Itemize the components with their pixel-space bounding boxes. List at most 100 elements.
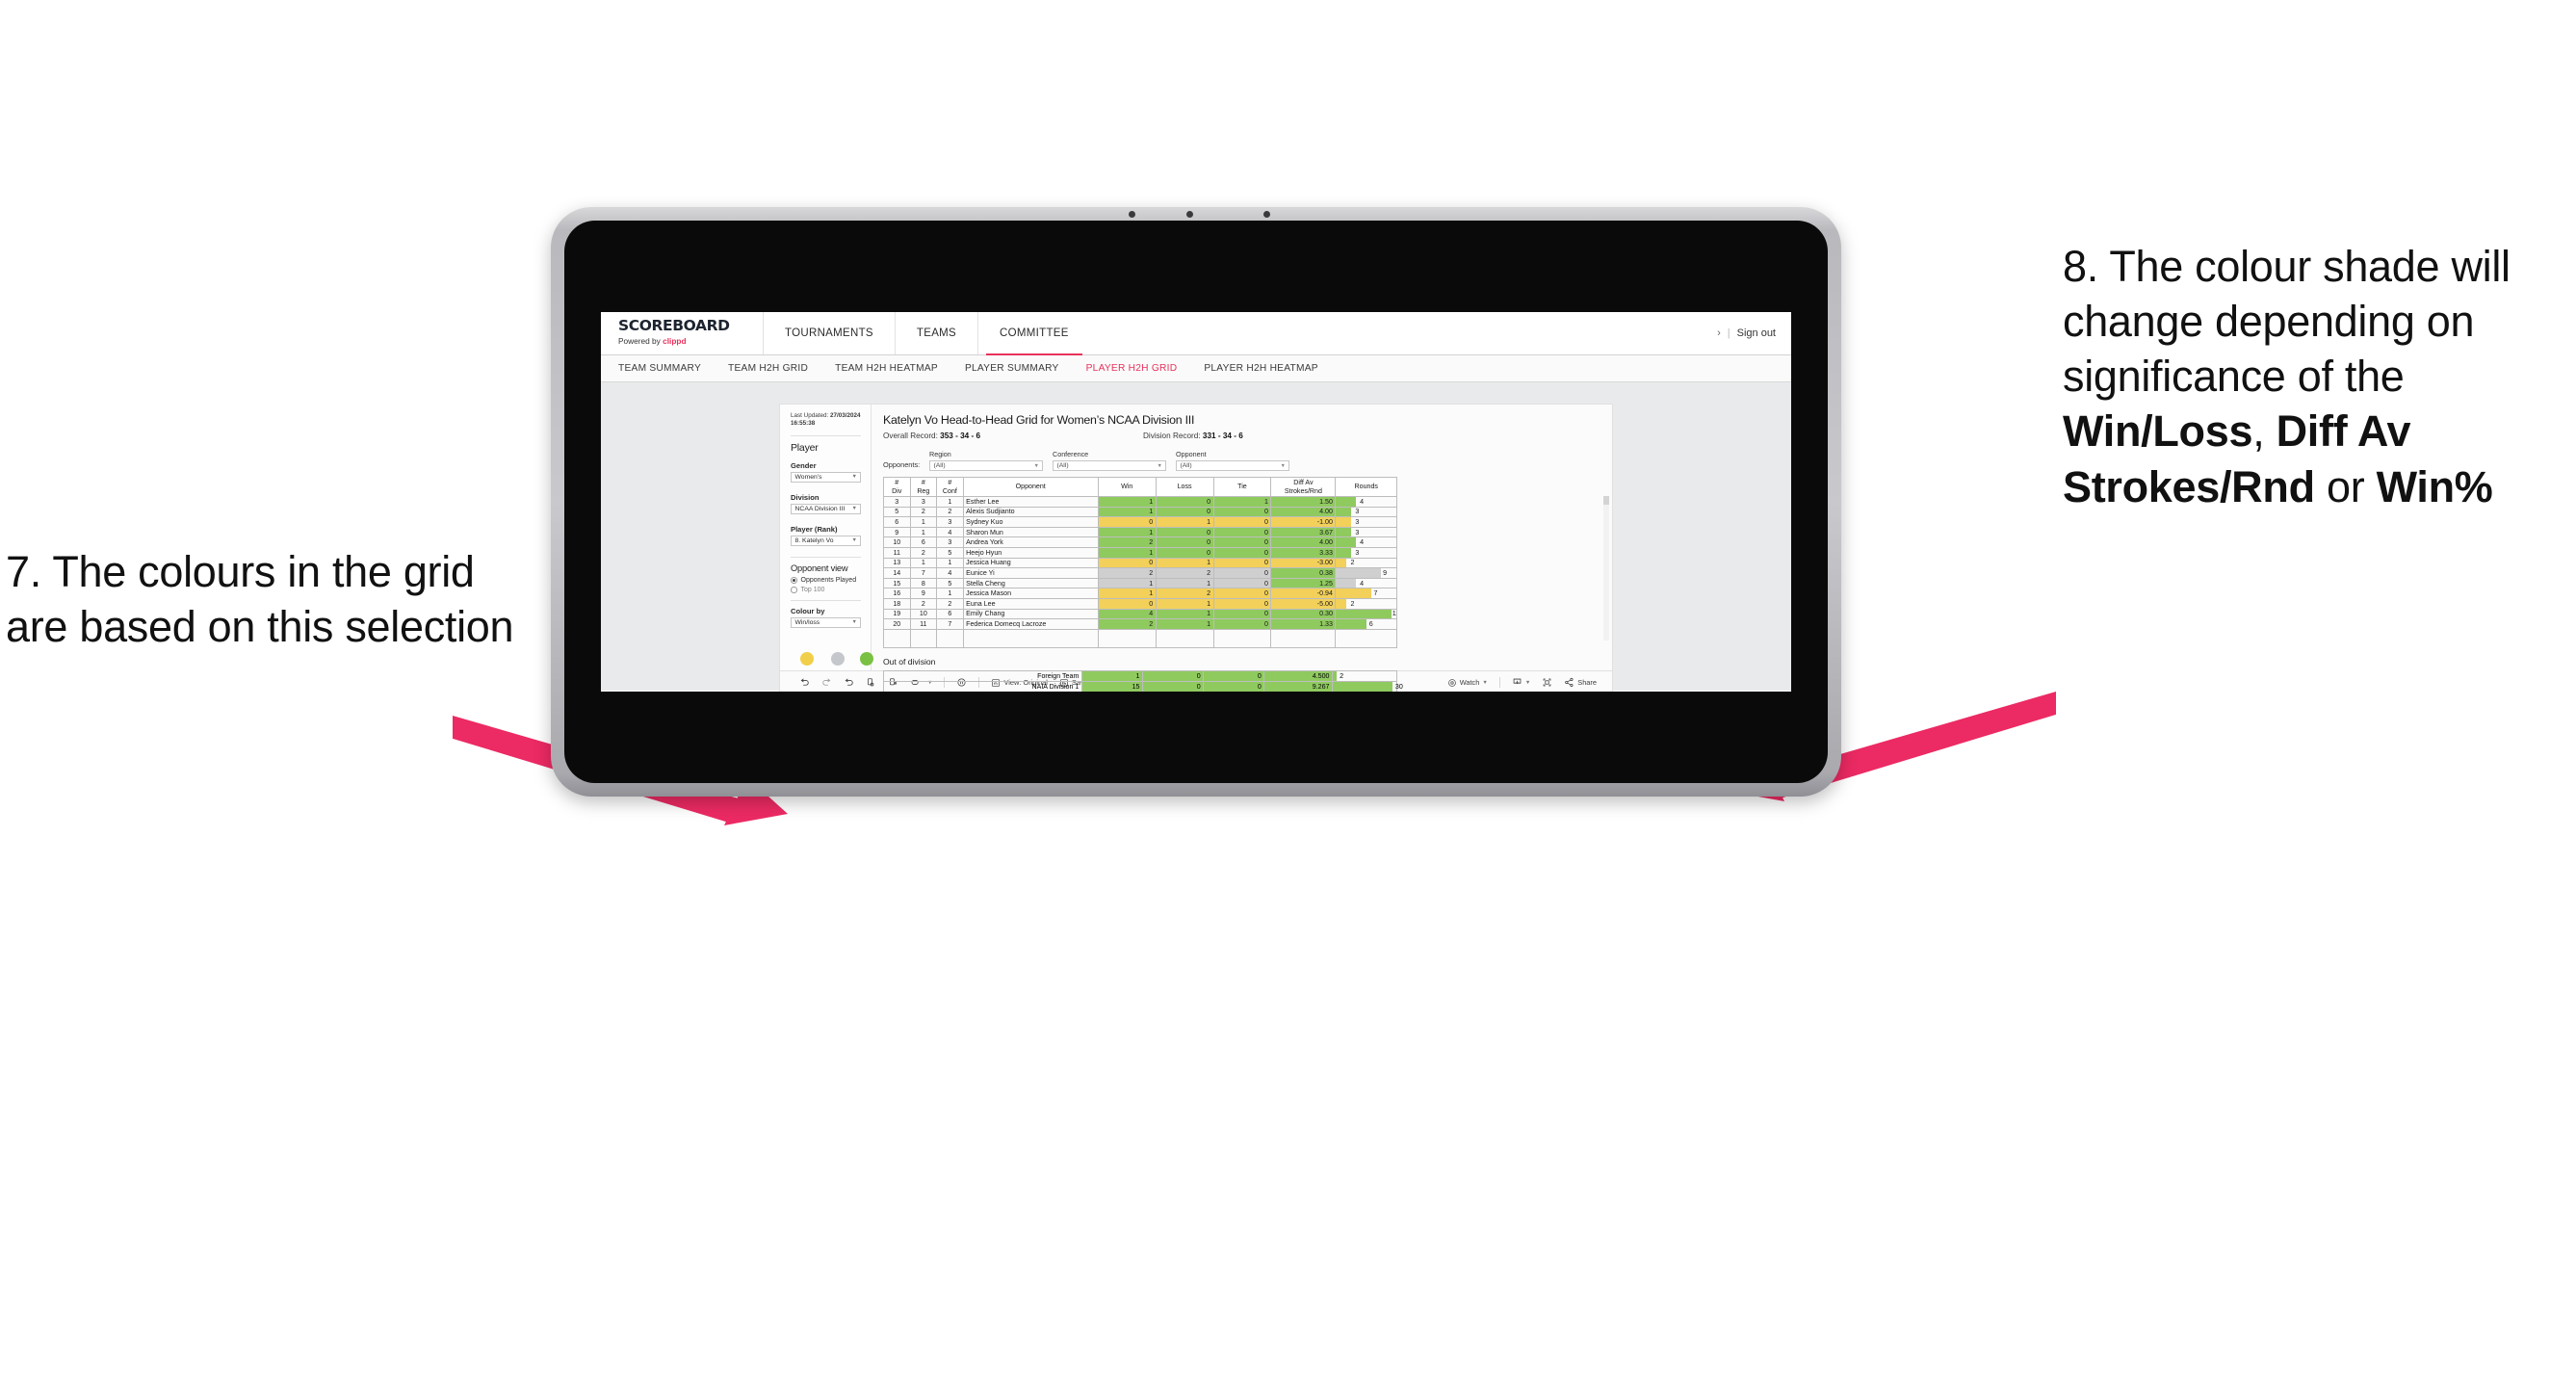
undo-button[interactable] [794, 677, 816, 688]
filter-opponent: Opponent (All) ▼ [1176, 450, 1289, 471]
table-row[interactable]: 20 11 7 Federica Domecq Lacroze 2 1 0 1.33 6 [883, 618, 1397, 630]
table-row[interactable]: 15 8 5 Stella Cheng 1 1 0 1.25 4 [883, 577, 1397, 589]
cell-reg: 1 [909, 526, 938, 538]
nav-item-committee[interactable]: COMMITTEE [977, 312, 1090, 355]
filter-region-select[interactable]: (All) ▼ [929, 460, 1043, 471]
rounds-value: 3 [1355, 528, 1360, 536]
table-row[interactable]: 6 1 3 Sydney Kuo 0 1 0 -1.00 3 [883, 516, 1397, 528]
redo-button[interactable] [816, 677, 838, 688]
watch-button[interactable]: Watch ▼ [1442, 678, 1494, 688]
chevron-down-icon: ▼ [851, 474, 857, 481]
out-of-division-row[interactable]: NAIA Division 1 15 0 0 9.267 30 [883, 681, 1403, 692]
camera-dot [1263, 211, 1270, 218]
table-row[interactable]: 18 2 2 Euna Lee 0 1 0 -5.00 2 [883, 597, 1397, 610]
table-row[interactable]: 13 1 1 Jessica Huang 0 1 0 -3.00 2 [883, 557, 1397, 569]
table-row[interactable]: 10 6 3 Andrea York 2 0 0 4.00 4 [883, 536, 1397, 548]
filter-opponent-select[interactable]: (All) ▼ [1176, 460, 1289, 471]
col-reg-l1: # [921, 479, 925, 486]
annotation-right-pre: 8. The colour shade will change dependin… [2063, 242, 2511, 402]
cell-div: 3 [883, 496, 911, 508]
cell-div: 6 [883, 516, 911, 528]
rounds-value: 7 [1373, 589, 1378, 598]
tab-player-summary[interactable]: PLAYER SUMMARY [965, 363, 1059, 374]
cell-conf: 5 [936, 577, 964, 589]
cell-win: 1 [1097, 588, 1157, 599]
filter-conference-select[interactable]: (All) ▼ [1053, 460, 1166, 471]
camera-dot [1186, 211, 1193, 218]
tab-team-summary[interactable]: TEAM SUMMARY [618, 363, 701, 374]
filter-conference-label: Conference [1053, 450, 1089, 458]
chevron-down-icon: ▼ [1482, 679, 1488, 686]
cell-rounds: 3 [1335, 516, 1397, 528]
camera-dot [1129, 211, 1135, 218]
legend-dot-level [830, 651, 845, 666]
tab-team-h2h-heatmap[interactable]: TEAM H2H HEATMAP [835, 363, 938, 374]
cell-conf: 7 [936, 618, 964, 630]
brand-logo: SCOREBOARD Powered by clippd [601, 312, 763, 354]
table-row[interactable]: 14 7 4 Eunice Yi 2 2 0 0.38 9 [883, 567, 1397, 579]
cell-rounds: 9 [1335, 567, 1397, 579]
rounds-bar [1336, 528, 1352, 536]
chevron-right-icon[interactable]: › [1717, 327, 1721, 339]
table-row[interactable]: 5 2 2 Alexis Sudjianto 1 0 0 4.00 3 [883, 506, 1397, 518]
download-button[interactable]: ▼ [1506, 677, 1536, 688]
cell-opponent: Sydney Kuo [962, 516, 1099, 528]
rounds-bar [1336, 548, 1352, 558]
sidebar-section-player: Player [791, 441, 819, 454]
secondary-nav: TEAM SUMMARY TEAM H2H GRID TEAM H2H HEAT… [601, 355, 1791, 382]
grid-header: # Div # Reg # Conf Opponent Win Loss Tie Di… [883, 477, 1397, 497]
rounds-bar [1336, 579, 1357, 588]
table-row[interactable]: 19106Emily Chang4100.3011 [883, 608, 1397, 620]
cell-loss: 1 [1155, 516, 1214, 528]
table-row[interactable]: 3 3 1 Esther Lee 1 0 1 1.50 4 [883, 496, 1397, 508]
last-updated-label: Last Updated: [791, 412, 829, 419]
revert-button[interactable] [838, 677, 860, 688]
sign-out-link[interactable]: Sign out [1737, 327, 1776, 339]
radio-top-100[interactable]: Top 100 [791, 587, 861, 593]
table-row[interactable]: 16 9 1 Jessica Mason 1 2 0 -0.94 7 [883, 588, 1397, 599]
table-row[interactable]: 9 1 4 Sharon Mun 1 0 0 3.67 3 [883, 526, 1397, 538]
cell-conf: 4 [936, 567, 964, 579]
division-select[interactable]: NCAA Division III ▼ [791, 503, 861, 514]
cell-reg: 6 [909, 536, 938, 548]
last-updated: Last Updated: 27/03/2024 16:55:38 [791, 412, 861, 429]
nav-item-teams[interactable]: TEAMS [894, 312, 977, 354]
grid-scrollbar[interactable] [1603, 496, 1609, 641]
share-button[interactable]: Share [1558, 677, 1602, 688]
opponents-label: Opponents: [883, 460, 921, 469]
table-row[interactable]: 11 2 5 Heejo Hyun 1 0 0 3.33 3 [883, 546, 1397, 559]
gender-select[interactable]: Women’s ▼ [791, 471, 861, 483]
rounds-bar [1336, 599, 1346, 609]
cell-loss: 1 [1155, 618, 1214, 630]
nav-item-tournaments[interactable]: TOURNAMENTS [763, 312, 895, 354]
tab-team-h2h-grid[interactable]: TEAM H2H GRID [728, 363, 808, 374]
col-conf-l1: # [948, 479, 952, 486]
refresh-data-button[interactable] [860, 677, 882, 688]
cell-conf: 3 [936, 516, 964, 528]
cell-win: 1 [1097, 506, 1157, 518]
cell-conf: 6 [936, 608, 964, 620]
tab-player-h2h-heatmap[interactable]: PLAYER H2H HEATMAP [1204, 363, 1317, 374]
rounds-value: 2 [1350, 559, 1355, 567]
colour-by-select[interactable]: Win/loss ▼ [791, 616, 861, 628]
cell-rounds: 3 [1335, 526, 1397, 538]
cell-win: 2 [1097, 618, 1157, 630]
radio-opponents-played[interactable]: Opponents Played [791, 577, 861, 584]
out-of-division-row[interactable]: Foreign Team 1 0 0 4.500 2 [883, 669, 1397, 683]
out-of-division-table: Foreign Team 1 0 0 4.500 2 NAIA Division 1 15 0 0… [883, 669, 1403, 692]
cell-reg: 11 [909, 618, 938, 630]
player-rank-select[interactable]: 8. Katelyn Vo ▼ [791, 535, 861, 546]
gender-label: Gender [791, 460, 817, 470]
cell-tie: 1 [1212, 496, 1272, 508]
cell-div: 18 [883, 597, 911, 610]
grid-scrollbar-thumb[interactable] [1603, 496, 1609, 505]
fullscreen-button[interactable] [1536, 677, 1558, 688]
cell-diff-av-strokes: 4.00 [1270, 506, 1337, 518]
last-updated-date: 27/03/2024 [829, 412, 861, 419]
division-record-label: Division Record: [1143, 431, 1201, 440]
filter-region-label: Region [929, 450, 951, 458]
rounds-value: 3 [1355, 508, 1360, 516]
brand-sub-clippd: clippd [663, 336, 687, 346]
cell-opponent: Sharon Mun [962, 526, 1099, 538]
tab-player-h2h-grid[interactable]: PLAYER H2H GRID [1086, 363, 1178, 374]
